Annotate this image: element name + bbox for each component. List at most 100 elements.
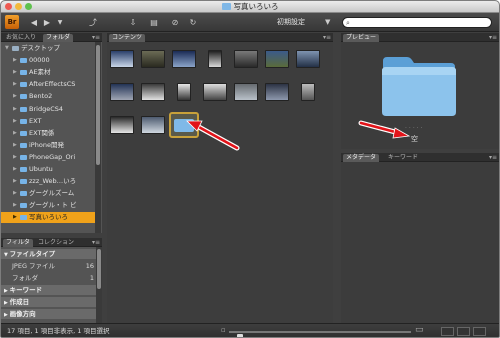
folder-icon	[20, 58, 27, 64]
folder-item[interactable]: ▶ グーグル・ト ビ	[1, 200, 95, 211]
rotate-icon[interactable]: ↻	[185, 16, 201, 29]
camera-download-icon[interactable]: ⇩	[124, 16, 142, 29]
output-icon[interactable]: ⊘	[169, 16, 181, 29]
bridge-logo-button[interactable]: Br	[5, 15, 19, 29]
disclosure-closed-icon[interactable]: ▶	[13, 55, 17, 66]
folder-label: グーグル・ト ビ	[29, 201, 77, 210]
view-list-icon[interactable]	[473, 327, 486, 336]
reveal-icon[interactable]: ⤴	[85, 16, 101, 29]
panel-menu-icon[interactable]: ▾≡	[92, 34, 100, 42]
refine-icon[interactable]: ▤	[146, 16, 162, 29]
folder-icon	[12, 46, 19, 51]
disclosure-closed-icon[interactable]: ▶	[13, 188, 17, 199]
folder-icon	[20, 106, 27, 112]
disclosure-closed-icon[interactable]: ▶	[13, 164, 17, 175]
filter-section-header[interactable]: ▶ 画像方向	[1, 309, 96, 319]
disclosure-open-icon[interactable]: ▼	[5, 43, 9, 54]
disclosure-closed-icon[interactable]: ▶	[13, 104, 17, 115]
filter-label: ファイルタイプ	[9, 250, 56, 258]
filter-section-header[interactable]: ▶ 作成日	[1, 297, 96, 307]
thumbnail-size-slider[interactable]	[229, 331, 411, 337]
folder-item[interactable]: ▶ iPhone開発	[1, 140, 95, 151]
tab-collections[interactable]: コレクション	[35, 239, 77, 247]
disclosure-closed-icon[interactable]: ▶	[13, 200, 17, 211]
folder-item[interactable]: ▶ Bento2	[1, 91, 95, 102]
view-details-icon[interactable]	[457, 327, 470, 336]
folder-item[interactable]: ▶ EXT	[1, 116, 95, 127]
disclosure-closed-icon[interactable]: ▶	[13, 67, 17, 78]
disclosure-closed-icon[interactable]: ▶	[13, 176, 17, 187]
tab-metadata[interactable]: メタデータ	[343, 154, 380, 162]
folder-label: EXT関係	[29, 128, 55, 137]
tab-filter[interactable]: フィルタ	[3, 239, 33, 247]
workspace-dropdown-icon[interactable]: ▼	[325, 16, 337, 29]
disclosure-closed-icon[interactable]: ▶	[13, 79, 17, 90]
filter-panel-menu-icon[interactable]: ▾≡	[92, 239, 100, 247]
folder-icon	[20, 215, 27, 221]
disclosure-closed-icon[interactable]: ▶	[13, 212, 17, 223]
filter-count: 1	[89, 274, 94, 282]
filter-section-header[interactable]: ▶ キーワード	[1, 285, 96, 295]
folder-item[interactable]: ▶ AE素材	[1, 67, 95, 78]
back-icon[interactable]: ◀	[28, 16, 40, 29]
folders-scroll-thumb[interactable]	[96, 45, 100, 165]
folder-item[interactable]: ▶ 00000	[1, 55, 95, 66]
filter-scrollbar[interactable]	[96, 247, 102, 323]
folder-item[interactable]: ▶ グーグルズーム	[1, 188, 95, 199]
disclosure-closed-icon[interactable]: ▶	[13, 116, 17, 127]
folder-label: Bento2	[29, 92, 53, 101]
forward-icon[interactable]: ▶	[41, 16, 53, 29]
title-folder-icon	[221, 3, 231, 10]
folder-label: iPhone開発	[29, 140, 64, 149]
thumbnail-size-knob[interactable]	[236, 334, 243, 337]
folder-icon	[20, 179, 27, 185]
disclosure-closed-icon[interactable]: ▶	[13, 140, 17, 151]
filter-panel: フィルタ コレクション ▾≡ ▼ ファイルタイプ JPEG ファイル 16 フォルダ 1…	[1, 238, 102, 323]
tab-keywords[interactable]: キーワード	[385, 154, 421, 162]
search-box[interactable]: ⌕	[342, 17, 492, 28]
status-text: 17 項目, 1 項目非表示, 1 項目選択	[7, 327, 110, 335]
filter-label: JPEG ファイル	[12, 262, 56, 270]
folder-item[interactable]: ▶ zzz_Web…いろ	[1, 176, 95, 187]
folder-icon	[20, 203, 27, 209]
content-panel: コンテンツ ▾≡	[107, 33, 333, 323]
filter-item[interactable]: JPEG ファイル 16	[1, 261, 96, 271]
filter-section-header[interactable]: ▼ ファイルタイプ	[1, 249, 96, 259]
folder-icon	[20, 70, 27, 76]
folder-icon	[20, 167, 27, 172]
filter-item[interactable]: フォルダ 1	[1, 273, 96, 283]
folder-label: BridgeCS4	[29, 104, 63, 113]
folder-label: 写真いろいろ	[29, 213, 68, 222]
tab-favorites[interactable]: お気に入り	[3, 34, 39, 42]
folder-item[interactable]: ▶ EXT関係	[1, 128, 95, 139]
folder-label: zzz_Web…いろ	[29, 177, 77, 186]
folder-icon	[20, 154, 27, 160]
window-title-wrap: 写真いろいろ	[1, 2, 499, 12]
search-icon: ⌕	[346, 19, 350, 27]
folder-item[interactable]: ▶ BridgeCS4	[1, 104, 95, 115]
view-grid-icon[interactable]	[441, 327, 454, 336]
folders-panel: お気に入り フォルダ ▾≡ ▼ デスクトップ ▶ 00000 ▶ AE素材 ▶ AfterEf…	[1, 33, 102, 233]
metadata-panel-menu-icon[interactable]: ▾≡	[489, 154, 497, 162]
disclosure-closed-icon[interactable]: ▶	[13, 128, 17, 139]
folder-label: AfterEffectsCS	[29, 80, 76, 89]
folders-scrollbar[interactable]	[95, 42, 101, 233]
folder-item[interactable]: ▼ デスクトップ	[1, 43, 95, 54]
folder-label: PhoneGap_Ori	[29, 152, 76, 161]
folder-item[interactable]: ▶ Ubuntu	[1, 164, 95, 175]
disclosure-closed-icon[interactable]: ▶	[13, 152, 17, 163]
metadata-tabbar: メタデータ キーワード ▾≡	[341, 153, 499, 162]
zoom-out-icon[interactable]: ▫	[221, 326, 226, 334]
history-menu-icon[interactable]: ▼	[55, 16, 65, 29]
folder-label: EXT	[29, 116, 42, 125]
folder-item[interactable]: ▶ 写真いろいろ	[1, 212, 95, 224]
tab-folders[interactable]: フォルダ	[43, 34, 74, 42]
search-input[interactable]	[357, 18, 487, 27]
folder-item[interactable]: ▶ PhoneGap_Ori	[1, 152, 95, 163]
red-arrow-annotation	[186, 120, 240, 151]
zoom-in-icon[interactable]: ▭	[415, 325, 424, 335]
folder-item[interactable]: ▶ AfterEffectsCS	[1, 79, 95, 90]
folder-label: グーグルズーム	[29, 189, 75, 198]
disclosure-closed-icon[interactable]: ▶	[13, 91, 17, 102]
filter-scroll-thumb[interactable]	[97, 249, 101, 289]
